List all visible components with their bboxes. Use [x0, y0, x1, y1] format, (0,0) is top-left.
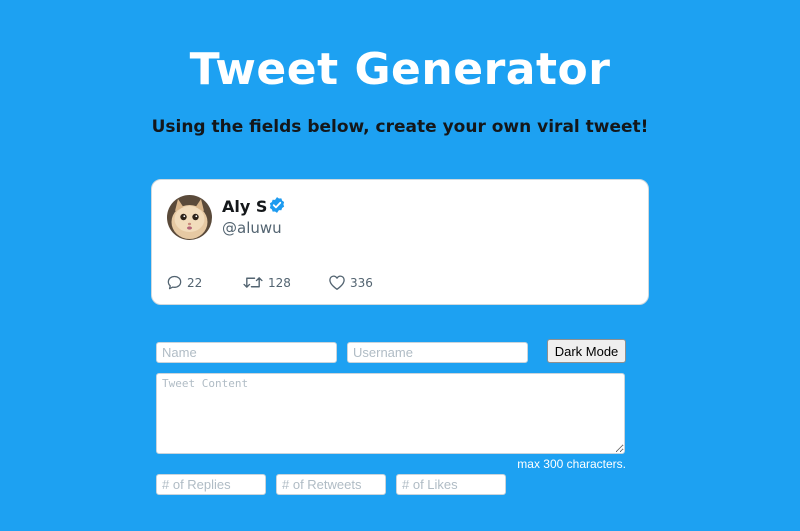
verified-badge-icon	[269, 197, 285, 213]
max-characters-note: max 300 characters.	[517, 457, 626, 471]
username-input[interactable]	[347, 342, 528, 363]
tweet-generator-page: Tweet Generator Using the fields below, …	[0, 0, 800, 531]
heart-icon	[329, 275, 345, 290]
retweets-input[interactable]	[276, 474, 386, 495]
like-count: 336	[350, 275, 373, 290]
likes-input[interactable]	[396, 474, 506, 495]
page-subtitle: Using the fields below, create your own …	[151, 117, 649, 137]
tweet-author-handle: @aluwu	[222, 219, 282, 237]
avatar	[167, 195, 212, 240]
retweet-stat[interactable]: 128	[242, 274, 291, 291]
tweet-content-textarea[interactable]	[156, 373, 625, 454]
retweet-count: 128	[268, 275, 291, 290]
reply-count: 22	[187, 275, 203, 290]
dark-mode-button[interactable]: Dark Mode	[547, 339, 626, 363]
speech-bubble-icon	[167, 275, 182, 290]
reply-stat[interactable]: 22	[166, 274, 202, 291]
tweet-author-name: Aly S	[222, 197, 268, 216]
tweet-preview-card: Aly S @aluwu 22 128 336	[151, 179, 649, 305]
like-stat[interactable]: 336	[328, 274, 373, 291]
name-input[interactable]	[156, 342, 337, 363]
retweet-arrows-icon	[243, 277, 263, 288]
replies-input[interactable]	[156, 474, 266, 495]
page-title: Tweet Generator	[189, 44, 611, 95]
